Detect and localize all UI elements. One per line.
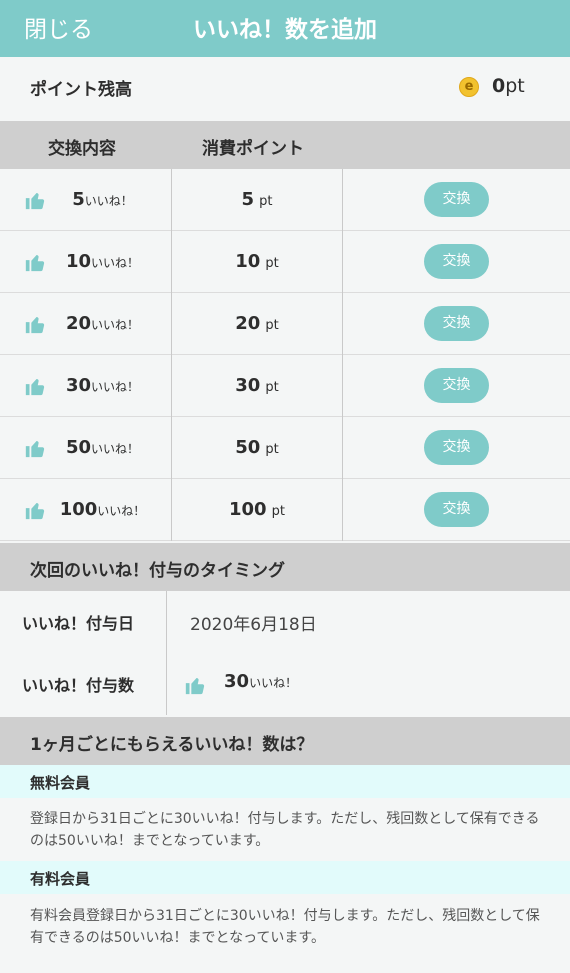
thumbs-up-icon [25, 254, 45, 272]
exchange-button[interactable]: 交換 [424, 368, 489, 403]
column-divider [166, 591, 167, 653]
column-divider [342, 231, 343, 293]
header-bar: 閉じる いいね！数を追加 [0, 0, 570, 57]
exchange-button[interactable]: 交換 [424, 306, 489, 341]
like-amount: 50いいね！ [55, 437, 150, 458]
grant-count-label: いいね！付与数 [22, 676, 135, 695]
next-grant-section-header: 次回のいいね！付与のタイミング [0, 543, 570, 591]
like-number: 20 [65, 313, 92, 334]
point-balance-label: ポイント残高 [30, 80, 132, 100]
thumbs-up-icon [185, 677, 205, 695]
exchange-button[interactable]: 交換 [424, 492, 489, 527]
point-balance-unit: pt [505, 75, 525, 97]
like-number: 5 [72, 189, 85, 210]
like-amount: 20いいね！ [55, 313, 150, 334]
exchange-row: 100いいね！ 100 pt 交換 [0, 479, 570, 541]
thumbs-up-icon [25, 316, 45, 334]
paid-member-label: 有料会員 [30, 870, 91, 888]
cost-unit: pt [271, 504, 286, 519]
column-header-exchange: 交換内容 [48, 139, 116, 159]
grant-count-number: 30 [224, 671, 250, 692]
like-amount: 30いいね！ [55, 375, 150, 396]
cost-number: 20 [235, 313, 261, 334]
column-header-cost: 消費ポイント [202, 139, 304, 159]
free-member-description: 登録日から31日ごとに30いいね！付与します。ただし、残回数として保有できるのは… [30, 811, 540, 849]
like-unit: いいね！ [84, 194, 133, 208]
like-unit: いいね！ [91, 442, 140, 456]
cost-number: 5 [241, 189, 255, 210]
like-number: 100 [59, 499, 98, 520]
like-amount: 100いいね！ [55, 499, 150, 520]
column-divider [342, 293, 343, 355]
cost-unit: pt [259, 194, 273, 209]
cost-amount: 10 pt [172, 251, 342, 272]
paid-member-header: 有料会員 [0, 861, 570, 894]
cost-amount: 30 pt [172, 375, 342, 396]
like-number: 30 [65, 375, 92, 396]
column-divider [342, 417, 343, 479]
exchange-row: 20いいね！ 20 pt 交換 [0, 293, 570, 355]
exchange-row: 10いいね！ 10 pt 交換 [0, 231, 570, 293]
exchange-button[interactable]: 交換 [424, 430, 489, 465]
grant-date-row: いいね！付与日 2020年6月18日 [0, 591, 570, 653]
cost-number: 100 [228, 499, 267, 520]
free-member-header: 無料会員 [0, 765, 570, 798]
grant-date-label: いいね！付与日 [22, 614, 135, 633]
cost-number: 10 [235, 251, 261, 272]
thumbs-up-icon [25, 378, 45, 396]
cost-unit: pt [265, 318, 279, 333]
column-divider [342, 479, 343, 541]
exchange-row: 5いいね！ 5 pt 交換 [0, 169, 570, 231]
cost-unit: pt [265, 256, 279, 271]
exchange-row: 50いいね！ 50 pt 交換 [0, 417, 570, 479]
paid-member-description: 有料会員登録日から31日ごとに30いいね！付与します。ただし、残回数として保有で… [30, 908, 540, 946]
cost-amount: 5 pt [172, 189, 342, 210]
grant-count-row: いいね！付与数 30いいね！ [0, 653, 570, 715]
thumbs-up-icon [25, 440, 45, 458]
like-unit: いいね！ [91, 380, 140, 394]
monthly-title: 1ヶ月ごとにもらえるいいね！数は？ [30, 735, 314, 755]
column-divider [342, 355, 343, 417]
like-number: 50 [65, 437, 92, 458]
point-balance-row: ポイント残高 [0, 57, 570, 121]
cost-number: 30 [235, 375, 261, 396]
cost-unit: pt [265, 442, 279, 457]
point-balance-value: 0pt [492, 75, 525, 97]
column-divider [342, 169, 343, 231]
like-amount: 5いいね！ [55, 189, 150, 210]
cost-amount: 100 pt [172, 499, 342, 520]
cost-number: 50 [235, 437, 261, 458]
exchange-row: 30いいね！ 30 pt 交換 [0, 355, 570, 417]
grant-date-value: 2020年6月18日 [190, 615, 317, 635]
like-number: 10 [65, 251, 92, 272]
column-divider [166, 653, 167, 715]
next-grant-title: 次回のいいね！付与のタイミング [30, 561, 285, 581]
like-unit: いいね！ [97, 504, 146, 518]
cost-amount: 50 pt [172, 437, 342, 458]
thumbs-up-icon [25, 502, 45, 520]
coin-icon: e [459, 77, 479, 97]
cost-unit: pt [265, 380, 279, 395]
cost-amount: 20 pt [172, 313, 342, 334]
exchange-button[interactable]: 交換 [424, 182, 489, 217]
grant-count-value: 30いいね！ [224, 671, 297, 692]
page-title: いいね！数を追加 [193, 17, 377, 43]
point-balance-number: 0 [492, 75, 506, 97]
monthly-section-header: 1ヶ月ごとにもらえるいいね！数は？ [0, 717, 570, 765]
like-unit: いいね！ [91, 318, 140, 332]
free-member-label: 無料会員 [30, 774, 91, 792]
grant-count-unit: いいね！ [249, 676, 298, 690]
like-unit: いいね！ [91, 256, 140, 270]
thumbs-up-icon [25, 192, 45, 210]
exchange-table-header: 交換内容 消費ポイント [0, 121, 570, 169]
like-amount: 10いいね！ [55, 251, 150, 272]
exchange-button[interactable]: 交換 [424, 244, 489, 279]
